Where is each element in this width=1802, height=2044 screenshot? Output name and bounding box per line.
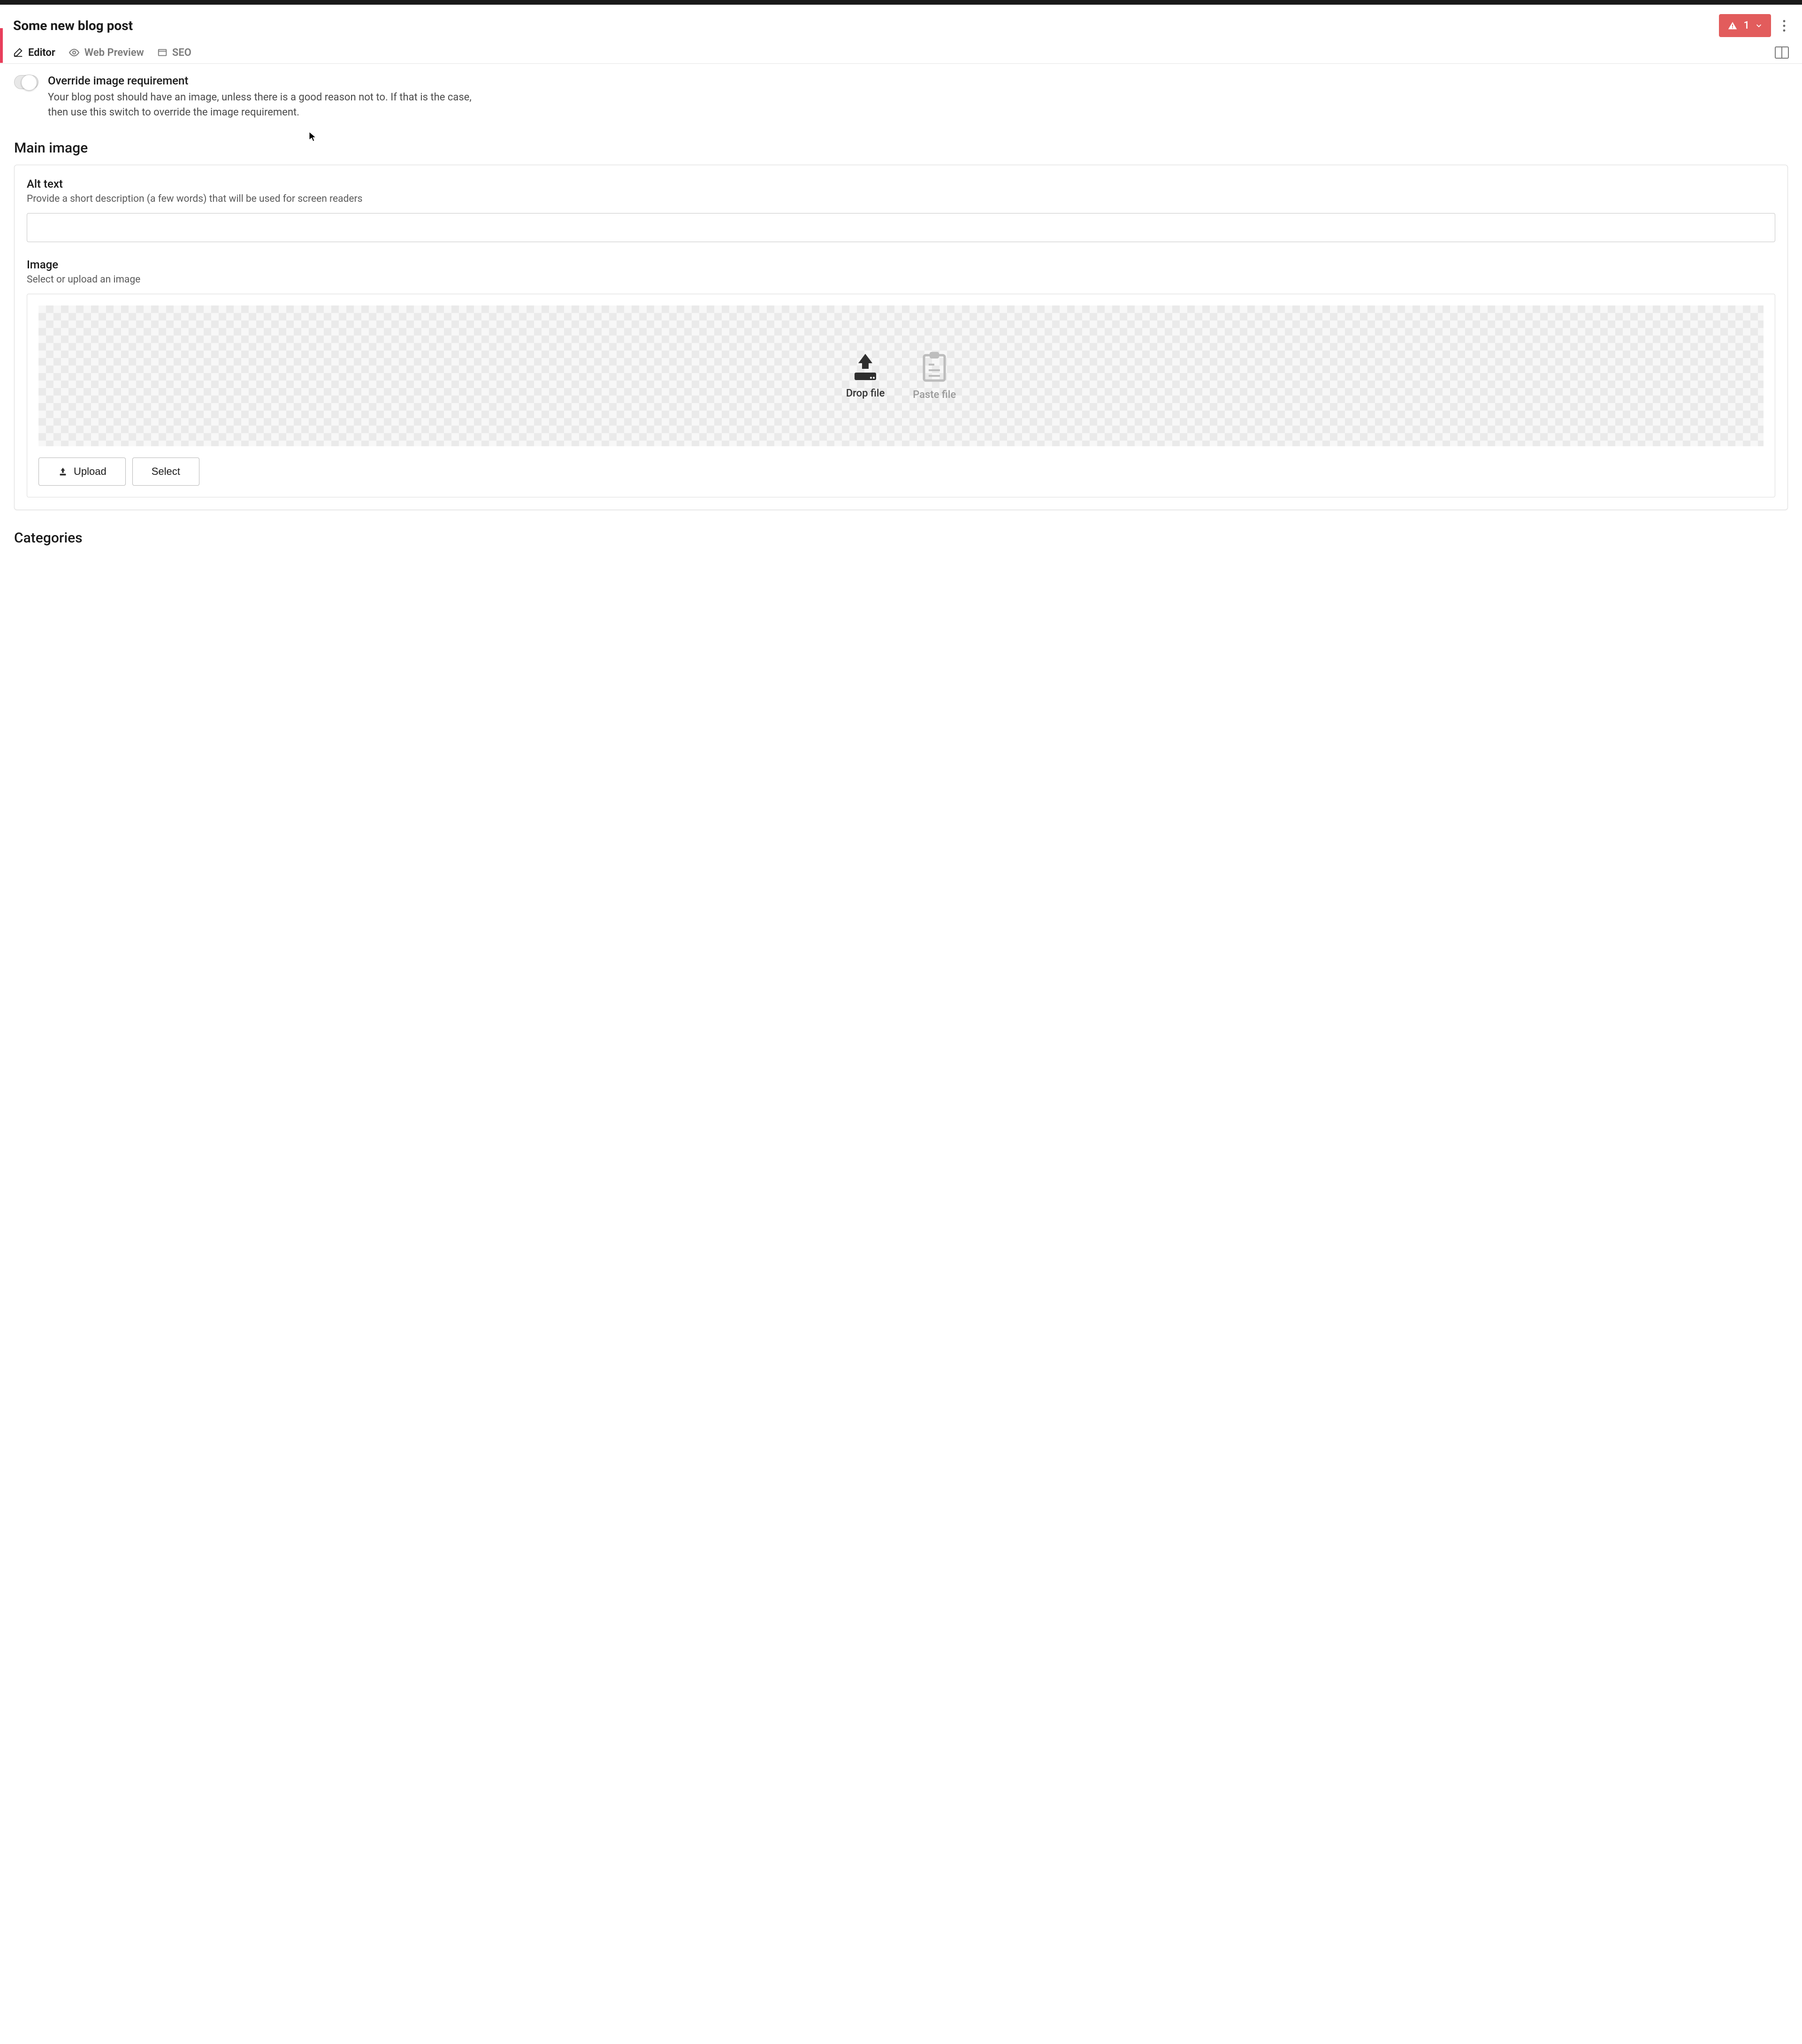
eye-icon: [69, 47, 80, 58]
upload-button[interactable]: Upload: [38, 458, 126, 486]
image-dropzone[interactable]: Drop file: [38, 305, 1764, 446]
main-image-section-title: Main image: [14, 140, 1788, 156]
alt-text-description: Provide a short description (a few words…: [27, 193, 1775, 205]
window-top-strip: [0, 0, 1802, 5]
override-image-description: Your blog post should have an image, unl…: [48, 90, 489, 120]
drop-file-label: Drop file: [846, 388, 885, 399]
clipboard-icon: [920, 351, 948, 383]
validation-warning-chip[interactable]: 1: [1719, 14, 1771, 37]
categories-section-title: Categories: [14, 530, 1788, 546]
override-image-toggle[interactable]: [14, 75, 38, 89]
alt-text-input[interactable]: [27, 213, 1775, 242]
drop-file-target: Drop file: [846, 352, 885, 399]
chevron-down-icon: [1755, 22, 1763, 30]
view-tabs-row: Editor Web Preview SEO: [0, 40, 1802, 64]
active-document-accent: [0, 28, 3, 63]
document-title: Some new blog post: [13, 18, 133, 33]
pencil-icon: [13, 47, 23, 58]
upload-icon: [849, 352, 882, 382]
tab-seo[interactable]: SEO: [157, 47, 191, 59]
image-description: Select or upload an image: [27, 274, 1775, 285]
image-field: Image Select or upload an image: [27, 258, 1775, 497]
select-button[interactable]: Select: [132, 458, 199, 486]
document-header: Some new blog post 1: [0, 5, 1802, 37]
warning-count: 1: [1743, 20, 1749, 31]
paste-file-target: Paste file: [913, 351, 956, 401]
tab-editor[interactable]: Editor: [13, 47, 55, 59]
tab-web-preview[interactable]: Web Preview: [69, 47, 144, 59]
override-image-label: Override image requirement: [48, 74, 1788, 87]
upload-small-icon: [58, 466, 68, 477]
tab-label: Web Preview: [84, 47, 144, 59]
browser-icon: [157, 47, 168, 58]
warning-icon: [1727, 21, 1738, 31]
image-label: Image: [27, 258, 1775, 271]
upload-button-label: Upload: [74, 465, 107, 478]
toggle-knob: [21, 75, 37, 91]
paste-file-label: Paste file: [913, 389, 956, 401]
alt-text-label: Alt text: [27, 177, 1775, 191]
tab-label: Editor: [28, 47, 55, 59]
split-pane-toggle[interactable]: [1775, 46, 1789, 59]
tab-label: SEO: [172, 47, 191, 59]
override-image-field: Override image requirement Your blog pos…: [14, 74, 1788, 120]
alt-text-field: Alt text Provide a short description (a …: [27, 177, 1775, 242]
image-upload-container: Drop file: [27, 294, 1775, 497]
main-image-card: Alt text Provide a short description (a …: [14, 165, 1788, 510]
select-button-label: Select: [152, 465, 180, 478]
document-menu-button[interactable]: [1779, 16, 1789, 35]
